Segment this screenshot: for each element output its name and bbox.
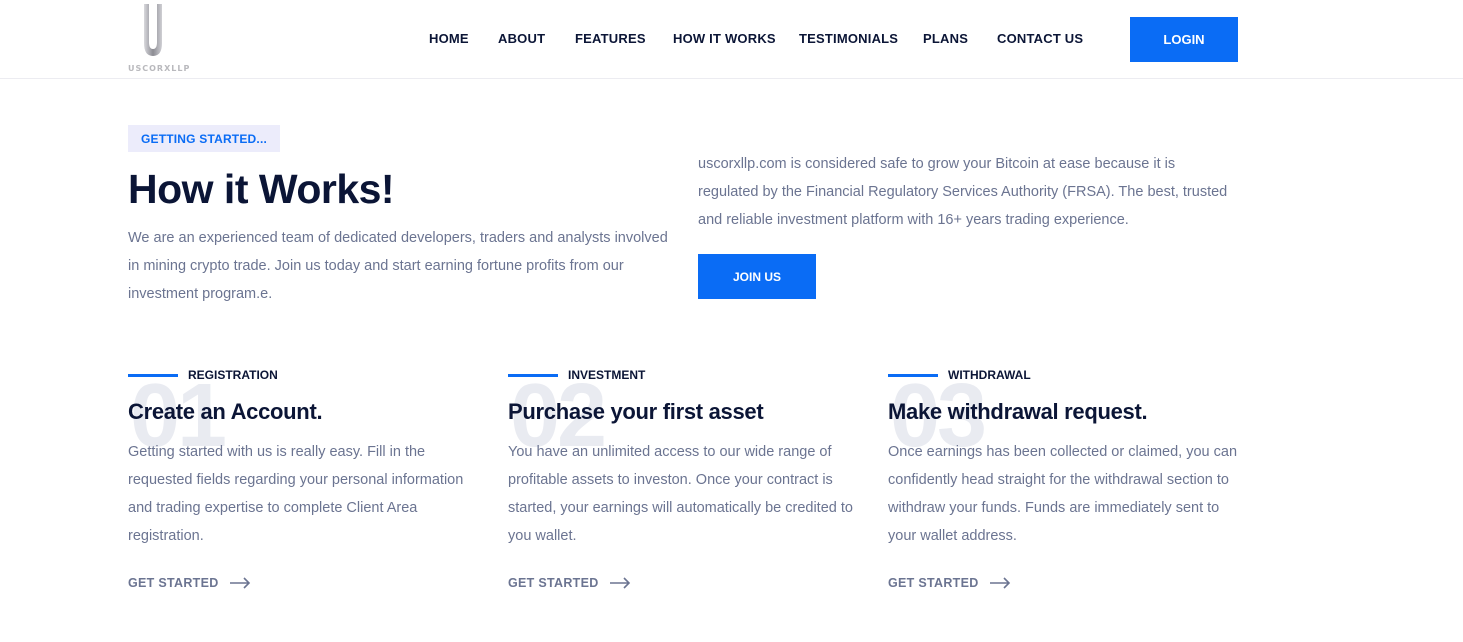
get-started-link[interactable]: GET STARTED xyxy=(888,573,1011,593)
nav-testimonials[interactable]: TESTIMONIALS xyxy=(799,31,898,46)
get-started-label: GET STARTED xyxy=(888,576,979,590)
site-header: USCORXLLP HOME ABOUT FEATURES HOW IT WOR… xyxy=(0,0,1463,79)
nav-about[interactable]: ABOUT xyxy=(498,31,545,46)
step-description: Once earnings has been collected or clai… xyxy=(888,444,1238,544)
step-card-withdrawal: 03 WITHDRAWAL Make withdrawal request. O… xyxy=(888,365,1238,605)
getting-started-tag: GETTING STARTED... xyxy=(128,125,280,152)
step-card-registration: 01 REGISTRATION Create an Account. Getti… xyxy=(128,365,478,605)
page-title: How it Works! xyxy=(128,166,395,212)
get-started-link[interactable]: GET STARTED xyxy=(128,573,251,593)
step-title: Make withdrawal request. xyxy=(888,399,1148,424)
join-us-button[interactable]: JOIN US xyxy=(698,254,816,299)
main-nav: HOME ABOUT FEATURES HOW IT WORKS TESTIMO… xyxy=(0,31,1463,49)
step-label: INVESTMENT xyxy=(568,368,646,382)
step-accent-line xyxy=(128,374,178,377)
step-description: Getting started with us is really easy. … xyxy=(128,444,464,544)
step-accent-line xyxy=(508,374,558,377)
get-started-label: GET STARTED xyxy=(508,576,599,590)
login-button[interactable]: LOGIN xyxy=(1130,17,1238,62)
hero-description: We are an experienced team of dedicated … xyxy=(128,230,668,302)
nav-contact-us[interactable]: CONTACT US xyxy=(997,31,1083,46)
get-started-label: GET STARTED xyxy=(128,576,219,590)
nav-features[interactable]: FEATURES xyxy=(575,31,646,46)
logo-text: USCORXLLP xyxy=(128,64,191,73)
nav-plans[interactable]: PLANS xyxy=(923,31,968,46)
step-description: You have an unlimited access to our wide… xyxy=(508,444,853,544)
step-accent-line xyxy=(888,374,938,377)
arrow-right-icon xyxy=(229,577,250,589)
step-label: WITHDRAWAL xyxy=(948,368,1031,382)
step-label: REGISTRATION xyxy=(188,368,278,382)
logo-icon xyxy=(144,4,162,56)
nav-how-it-works[interactable]: HOW IT WORKS xyxy=(673,31,776,46)
nav-home[interactable]: HOME xyxy=(429,31,469,46)
step-title: Create an Account. xyxy=(128,399,323,424)
get-started-link[interactable]: GET STARTED xyxy=(508,573,631,593)
step-card-investment: 02 INVESTMENT Purchase your first asset … xyxy=(508,365,858,605)
arrow-right-icon xyxy=(609,577,630,589)
platform-description: uscorxllp.com is considered safe to grow… xyxy=(698,156,1228,228)
step-title: Purchase your first asset xyxy=(508,399,764,424)
arrow-right-icon xyxy=(989,577,1010,589)
